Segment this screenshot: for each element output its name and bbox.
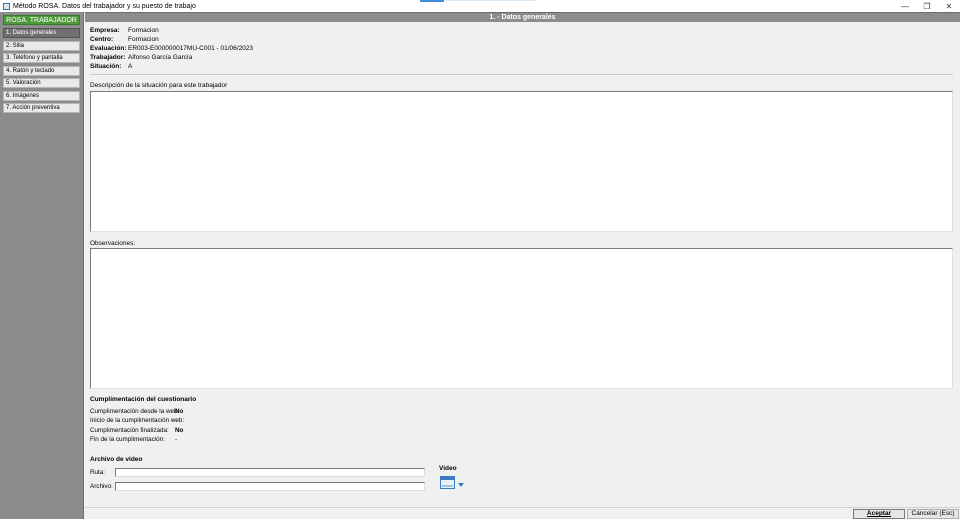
evaluacion-value: ER003-E000000017MU-C001 - 01/06/2023 xyxy=(128,45,254,52)
descripcion-label: Descripción de la situación para este tr… xyxy=(90,82,228,89)
restore-button[interactable]: ❐ xyxy=(916,0,938,12)
sidebar: ROSA. TRABAJADOR 1. Datos generales 2. S… xyxy=(0,12,84,519)
sidebar-item-imagenes[interactable]: 6. Imágenes xyxy=(3,91,80,101)
fin-cumplimentacion-value: - xyxy=(175,436,178,443)
ruta-row: Ruta: xyxy=(90,468,430,478)
app-icon xyxy=(3,2,10,10)
centro-label: Centro: xyxy=(90,36,114,43)
archivo-row: Archivo: xyxy=(90,482,430,492)
title-bar: Método ROSA. Datos del trabajador y su p… xyxy=(0,0,960,12)
cumplimentacion-finalizada-value: No xyxy=(175,427,184,434)
centro-value: Formacion xyxy=(128,36,159,43)
sidebar-item-valoracion[interactable]: 5. Valoración xyxy=(3,78,80,88)
accept-button[interactable]: Aceptar xyxy=(853,509,905,519)
ruta-label: Ruta: xyxy=(90,469,106,476)
sidebar-item-datos-generales[interactable]: 1. Datos generales xyxy=(3,28,80,38)
empresa-value: Formacion xyxy=(128,27,159,34)
trabajador-value: Alfonso García García xyxy=(128,54,193,61)
sidebar-header: ROSA. TRABAJADOR xyxy=(3,15,80,25)
fin-cumplimentacion-label: Fin de la cumplimentación: xyxy=(90,436,165,443)
window-controls: — ❐ ✕ xyxy=(894,0,960,12)
situacion-value: A xyxy=(128,63,133,70)
observaciones-label: Observaciones: xyxy=(90,240,136,247)
observaciones-textarea[interactable] xyxy=(90,248,953,389)
sidebar-item-telefono-pantalla[interactable]: 3. Teléfono y pantalla xyxy=(3,53,80,63)
chevron-down-icon[interactable] xyxy=(458,483,464,487)
archivo-label: Archivo: xyxy=(90,483,113,490)
sidebar-item-accion-preventiva[interactable]: 7. Acción preventiva xyxy=(3,103,80,113)
minimize-button[interactable]: — xyxy=(894,0,916,12)
trabajador-label: Trabajador: xyxy=(90,54,126,61)
footer-bar: Aceptar Cancelar (Esc) xyxy=(85,507,960,519)
inicio-cumplimentacion-label: Inicio de la cumplimentación web: xyxy=(90,417,185,424)
cumplimentacion-web-value: No xyxy=(175,408,184,415)
main-panel: 1. - Datos generales Empresa: Formacion … xyxy=(85,12,960,507)
empresa-label: Empresa: xyxy=(90,27,120,34)
archivo-input[interactable] xyxy=(115,482,425,491)
sidebar-item-silla[interactable]: 2. Silla xyxy=(3,41,80,51)
ruta-input[interactable] xyxy=(115,468,425,477)
cumplimentacion-title: Cumplimentación del cuestionario xyxy=(90,396,197,403)
window-title: Método ROSA. Datos del trabajador y su p… xyxy=(13,2,196,10)
divider xyxy=(90,74,953,75)
evaluacion-label: Evaluación: xyxy=(90,45,127,52)
cancel-button[interactable]: Cancelar (Esc) xyxy=(907,509,959,519)
close-button[interactable]: ✕ xyxy=(938,0,960,12)
situacion-label: Situación: xyxy=(90,63,122,70)
inicio-cumplimentacion-value: - xyxy=(175,417,178,424)
title-accent-light xyxy=(446,0,536,1)
cumplimentacion-finalizada-label: Cumplimentación finalizada: xyxy=(90,427,169,434)
video-icon-base xyxy=(442,485,453,487)
title-accent xyxy=(420,0,444,2)
video-label: Video xyxy=(439,465,457,472)
video-calendar-icon[interactable] xyxy=(440,476,455,489)
descripcion-textarea[interactable] xyxy=(90,91,953,232)
archivo-video-title: Archivo de video xyxy=(90,456,143,463)
section-header: 1. - Datos generales xyxy=(85,12,960,22)
cumplimentacion-web-label: Cumplimentación desde la web: xyxy=(90,408,180,415)
video-icon-bar xyxy=(441,477,454,480)
sidebar-item-raton-teclado[interactable]: 4. Ratón y teclado xyxy=(3,66,80,76)
